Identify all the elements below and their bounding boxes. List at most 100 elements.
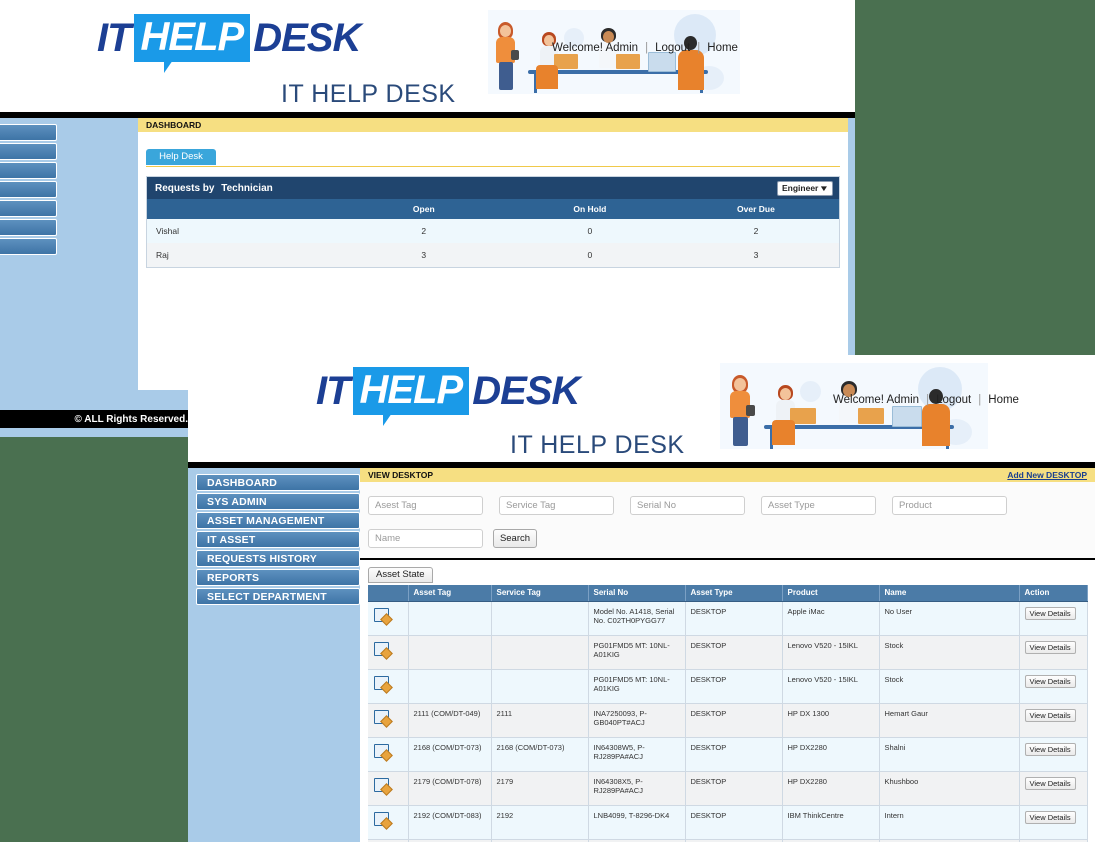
cell-serial-no: IN64308W5, P-RJ289PA#ACJ	[588, 737, 686, 772]
sidebar-item-select-department[interactable]: SELECT DEPARTMENT	[196, 588, 360, 605]
th-serial-no: Serial No	[588, 584, 686, 602]
cell-serial-no: IN64308X5, P-RJ289PA#ACJ	[588, 771, 686, 806]
logout-link[interactable]: Logout	[936, 394, 971, 406]
asset-state-tab-row: Asset State	[360, 558, 1095, 583]
cell-edit[interactable]	[368, 805, 409, 840]
view-details-button[interactable]: View Details	[1024, 811, 1076, 824]
sidebar-item-asset-management[interactable]: ASSET MANAGEMENT	[0, 162, 57, 179]
view-details-button[interactable]: View Details	[1024, 607, 1076, 620]
cell-product: Lenovo V520 - 15IKL	[782, 635, 880, 670]
footer: © ALL Rights Reserved.	[0, 410, 196, 428]
cell-product: Apple iMac	[782, 601, 880, 636]
sidebar-item-reports[interactable]: REPORTS	[196, 569, 360, 586]
view-details-button[interactable]: View Details	[1024, 675, 1076, 688]
tab-asset-state[interactable]: Asset State	[368, 566, 433, 583]
logout-link[interactable]: Logout	[655, 42, 690, 54]
logo-help-text: HELP	[352, 367, 470, 415]
sidebar-item-reports[interactable]: REPORTS	[0, 219, 57, 236]
cell-technician: Vishal	[147, 219, 341, 243]
cell-asset-tag	[408, 601, 492, 636]
cell-technician: Raj	[147, 243, 341, 267]
edit-icon[interactable]	[374, 744, 389, 758]
edit-icon[interactable]	[374, 608, 389, 622]
tab-label: Help Desk	[159, 151, 203, 162]
cell-edit[interactable]	[368, 703, 409, 738]
asset-state-tab-label: Asset State	[376, 569, 425, 580]
cell-edit[interactable]	[368, 635, 409, 670]
name-input[interactable]: Name	[368, 529, 483, 548]
page-bar: DASHBOARD	[138, 118, 848, 132]
sidebar-item-it-asset[interactable]: IT ASSET	[196, 531, 360, 548]
home-link[interactable]: Home	[707, 42, 738, 54]
serial-no-placeholder: Serial No	[637, 500, 677, 511]
app-header: IT HELP DESK IT HELP DESK Welcome! Admin…	[0, 0, 855, 112]
home-link[interactable]: Home	[988, 394, 1019, 406]
sidebar-item-it-asset[interactable]: IT ASSET	[0, 181, 57, 198]
chevron-down-icon: ▼	[818, 183, 830, 193]
view-desktop-window: IT HELP DESK IT HELP DESK Welcome! Admin…	[188, 355, 1095, 842]
cell-service-tag: 2192	[491, 805, 589, 840]
add-new-desktop-link[interactable]: Add New DESKTOP	[1007, 470, 1087, 480]
cell-on-hold: 0	[506, 219, 673, 243]
sidebar-item-sys-admin[interactable]: SYS ADMIN	[196, 493, 360, 510]
cell-name: Shalni	[879, 737, 1020, 772]
table-row: PG01FMD5 MT: 10NL-A01KIG DESKTOP Lenovo …	[368, 669, 1088, 704]
edit-icon[interactable]	[374, 812, 389, 826]
sidebar: DASHBOARD SYS ADMIN ASSET MANAGEMENT IT …	[188, 468, 368, 842]
table-row: 2192 (COM/DT-083) 2192 LNB4099, T-8296-D…	[368, 805, 1088, 840]
cell-open: 2	[340, 219, 507, 243]
requests-table: Open On Hold Over Due Vishal 2 0 2 Raj 3…	[147, 199, 839, 267]
cell-service-tag: 2168 (COM/DT-073)	[491, 737, 589, 772]
cell-over-due: 3	[672, 243, 839, 267]
asset-type-input[interactable]: Asset Type	[761, 496, 876, 515]
cell-edit[interactable]	[368, 601, 409, 636]
cell-open: 3	[340, 243, 507, 267]
th-product: Product	[782, 584, 880, 602]
sidebar-item-dashboard[interactable]: DASHBOARD	[0, 124, 57, 141]
sidebar-item-label: REQUESTS HISTORY	[207, 552, 317, 565]
sidebar-item-requests-history[interactable]: REQUESTS HISTORY	[0, 200, 57, 217]
tab-help-desk[interactable]: Help Desk	[146, 149, 216, 165]
panel-header: Requests by Technician Engineer ▼	[147, 177, 839, 199]
cell-name: Hemart Gaur	[879, 703, 1020, 738]
edit-icon[interactable]	[374, 710, 389, 724]
sidebar-item-dashboard[interactable]: DASHBOARD	[196, 474, 360, 491]
view-details-button[interactable]: View Details	[1024, 641, 1076, 654]
cell-asset-tag: 2179 (COM/DT-078)	[408, 771, 492, 806]
sidebar-item-sys-admin[interactable]: SYS ADMIN	[0, 143, 57, 160]
logo-speech-tail-icon	[163, 60, 173, 73]
logo-it-text: IT	[316, 368, 351, 413]
cell-edit[interactable]	[368, 771, 409, 806]
cell-serial-no: INA7250093, P-GB040PT#ACJ	[588, 703, 686, 738]
cell-edit[interactable]	[368, 737, 409, 772]
sidebar-item-select-department[interactable]: SELECT DEPARTMENT	[0, 238, 57, 255]
edit-icon[interactable]	[374, 642, 389, 656]
edit-icon[interactable]	[374, 676, 389, 690]
th-asset-tag: Asset Tag	[408, 584, 492, 602]
cell-service-tag: 2111	[491, 703, 589, 738]
dashboard-content: DASHBOARD Help Desk Requests by Technici…	[138, 118, 848, 390]
search-button[interactable]: Search	[493, 529, 537, 548]
cell-name: Khushboo	[879, 771, 1020, 806]
copyright-text: © ALL Rights Reserved.	[74, 413, 188, 425]
cell-serial-no: Model No. A1418, Serial No. C02TH0PYGG77	[588, 601, 686, 636]
table-row: 2111 (COM/DT-049) 2111 INA7250093, P-GB0…	[368, 703, 1088, 738]
top-navigation: Welcome! Admin | Logout | Home	[833, 394, 1019, 406]
product-input[interactable]: Product	[892, 496, 1007, 515]
assets-table: Asset Tag Service Tag Serial No Asset Ty…	[368, 584, 1088, 842]
th-on-hold: On Hold	[506, 199, 673, 219]
view-details-button[interactable]: View Details	[1024, 743, 1076, 756]
cell-over-due: 2	[672, 219, 839, 243]
view-details-button[interactable]: View Details	[1024, 709, 1076, 722]
sidebar-item-asset-management[interactable]: ASSET MANAGEMENT	[196, 512, 360, 529]
asset-tag-input[interactable]: Asest Tag	[368, 496, 483, 515]
serial-no-input[interactable]: Serial No	[630, 496, 745, 515]
view-details-button[interactable]: View Details	[1024, 777, 1076, 790]
edit-icon[interactable]	[374, 778, 389, 792]
technician-select[interactable]: Engineer ▼	[777, 180, 833, 196]
requests-panel: Requests by Technician Engineer ▼ Open O…	[146, 176, 840, 268]
sidebar-item-requests-history[interactable]: REQUESTS HISTORY	[196, 550, 360, 567]
cell-name: Stock	[879, 669, 1020, 704]
cell-edit[interactable]	[368, 669, 409, 704]
service-tag-input[interactable]: Service Tag	[499, 496, 614, 515]
